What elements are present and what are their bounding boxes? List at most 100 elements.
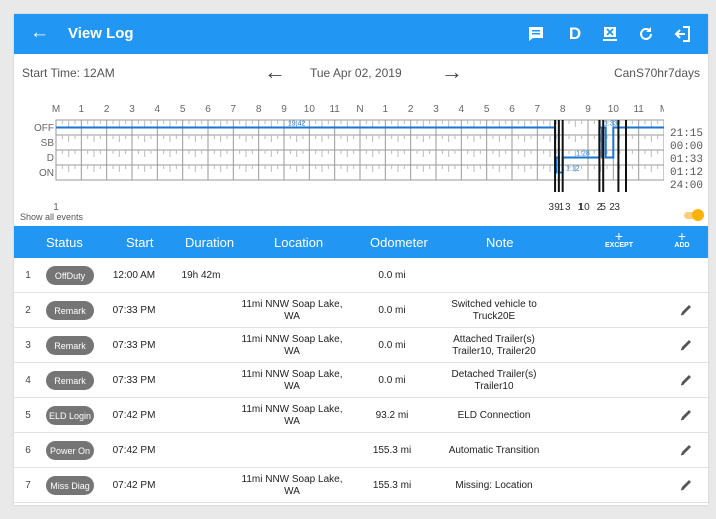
status-badge: Remark <box>46 336 94 355</box>
start-time-label: Start Time: 12AM <box>22 66 115 80</box>
hour-label: 2 <box>408 104 414 115</box>
row-number: 2 <box>25 304 31 316</box>
row-odometer: 93.2 mi <box>375 409 409 421</box>
add-event-button[interactable]: + ADD <box>669 228 695 249</box>
table-row[interactable]: 5 ELD Login 07:42 PM 11mi NNW Soap Lake, WA… <box>14 398 708 433</box>
row-start: 07:33 PM <box>112 304 156 316</box>
log-date: Tue Apr 02, 2019 <box>310 66 402 80</box>
status-badge: ELD Login <box>46 406 94 425</box>
status-badge: Remark <box>46 301 94 320</box>
row-number: 3 <box>25 339 31 351</box>
segment-duration-label: 1:12 <box>566 166 580 173</box>
hour-label: 1 <box>79 104 85 115</box>
hour-label: 3 <box>433 104 439 115</box>
hour-label: 9 <box>585 104 591 115</box>
table-row[interactable]: 8Driving07:42 PM04m11mi NNW Soap Lake,15… <box>14 503 708 505</box>
row-number: 1 <box>25 269 31 281</box>
driver-d-icon[interactable]: D <box>563 22 587 46</box>
table-row[interactable]: 3 Remark 07:33 PM 11mi NNW Soap Lake, WA 0.0… <box>14 328 708 363</box>
plus-icon: + <box>677 228 687 244</box>
row-location: 11mi NNW Soap Lake, <box>232 503 352 505</box>
edit-pencil-icon[interactable] <box>678 407 694 423</box>
row-number: 4 <box>25 374 31 386</box>
segment-duration-label: 1:28 <box>576 151 590 158</box>
row-number: 5 <box>25 409 31 421</box>
show-all-events-label: Show all events <box>20 212 84 222</box>
row-odometer: 155.3 mi <box>372 444 412 456</box>
hour-label: 2 <box>104 104 110 115</box>
col-status: Status <box>46 235 83 250</box>
row-note: ELD Connection <box>457 409 531 421</box>
row-duration: 04m <box>176 503 226 505</box>
col-odometer: Odometer <box>370 235 428 250</box>
row-start: 07:33 PM <box>112 339 156 351</box>
table-row[interactable]: 7 Miss Diag 07:42 PM 11mi NNW Soap Lake, WA… <box>14 468 708 503</box>
graph-totals: 21:15 00:00 01:33 01:12 24:00 <box>670 128 703 193</box>
inspect-icon[interactable] <box>598 22 622 46</box>
date-navigation: Start Time: 12AM ← Tue Apr 02, 2019 → Ca… <box>14 54 708 90</box>
plus-icon: + <box>614 228 624 244</box>
row-note: Automatic Transition <box>448 444 540 456</box>
page-title: View Log <box>68 25 134 42</box>
total-on: 01:12 <box>670 167 704 179</box>
comment-icon[interactable] <box>524 22 548 46</box>
graph-event-marker-label: 1 <box>559 202 565 210</box>
status-row-label: D <box>47 153 54 164</box>
row-odometer: 0.0 mi <box>378 269 406 281</box>
cycle-rule: CanS70hr7days <box>613 66 700 80</box>
hour-label: M <box>660 104 664 115</box>
row-number: 7 <box>25 479 31 491</box>
edit-pencil-icon[interactable] <box>678 477 694 493</box>
hour-label: 7 <box>535 104 541 115</box>
total-all: 24:00 <box>670 180 704 192</box>
hour-label: 8 <box>256 104 262 115</box>
table-row[interactable]: 2 Remark 07:33 PM 11mi NNW Soap Lake, WA 0.0… <box>14 293 708 328</box>
next-day-arrow-icon[interactable]: → <box>441 59 463 85</box>
previous-day-arrow-icon[interactable]: ← <box>264 59 286 85</box>
refresh-icon[interactable] <box>634 22 658 46</box>
logout-icon[interactable] <box>671 22 695 46</box>
row-duration: 19h 42m <box>181 269 221 281</box>
status-badge: Miss Diag <box>46 476 94 495</box>
hour-label: 7 <box>231 104 237 115</box>
edit-pencil-icon[interactable] <box>678 302 694 318</box>
arrow-left-icon[interactable]: ← <box>30 23 49 43</box>
row-start: 07:42 PM <box>112 444 156 456</box>
row-duration <box>176 328 226 363</box>
row-location: 11mi NNW Soap Lake, WA <box>241 473 343 497</box>
row-odometer: 0.0 mi <box>378 374 406 386</box>
hour-label: 10 <box>608 104 620 115</box>
col-start: Start <box>126 235 154 250</box>
total-d: 01:33 <box>670 154 704 166</box>
top-toolbar: ← View Log D <box>14 14 708 54</box>
hour-label: 8 <box>560 104 566 115</box>
row-duration <box>176 293 226 328</box>
edit-pencil-icon[interactable] <box>678 337 694 353</box>
add-exception-button[interactable]: + EXCEPT <box>602 228 636 249</box>
graph-event-marker-label: 10 <box>579 202 591 210</box>
row-location: 11mi NNW Soap Lake, WA <box>241 403 343 427</box>
hour-label: 10 <box>304 104 316 115</box>
row-location <box>232 433 352 468</box>
row-odometer: 155.3 mi <box>362 503 422 505</box>
col-note: Note <box>486 235 514 250</box>
duty-status-graph: M1234567891011N1234567891011MOFFSBDON19:… <box>34 104 664 210</box>
table-row[interactable]: 6 Power On 07:42 PM 155.3 mi Automatic Trans… <box>14 433 708 468</box>
row-odometer: 0.0 mi <box>378 304 406 316</box>
row-note: Missing: Location <box>455 479 533 491</box>
table-row[interactable]: 1 OffDuty 12:00 AM 19h 42m 0.0 mi <box>14 258 708 293</box>
hour-label: 9 <box>281 104 287 115</box>
row-duration <box>176 468 226 503</box>
row-number: 6 <box>25 444 31 456</box>
row-number: 8 <box>22 503 34 505</box>
table-row[interactable]: 4 Remark 07:33 PM 11mi NNW Soap Lake, WA 0.0… <box>14 363 708 398</box>
edit-pencil-icon[interactable] <box>678 372 694 388</box>
row-odometer: 0.0 mi <box>378 339 406 351</box>
total-off: 21:15 <box>670 128 704 140</box>
row-start: 12:00 AM <box>112 269 156 281</box>
edit-pencil-icon[interactable] <box>678 442 694 458</box>
graph-event-marker-label: 3 <box>614 202 620 210</box>
show-all-events-toggle[interactable] <box>684 209 704 221</box>
graph-event-marker-label: 5 <box>600 202 606 210</box>
row-odometer: 155.3 mi <box>372 479 412 491</box>
